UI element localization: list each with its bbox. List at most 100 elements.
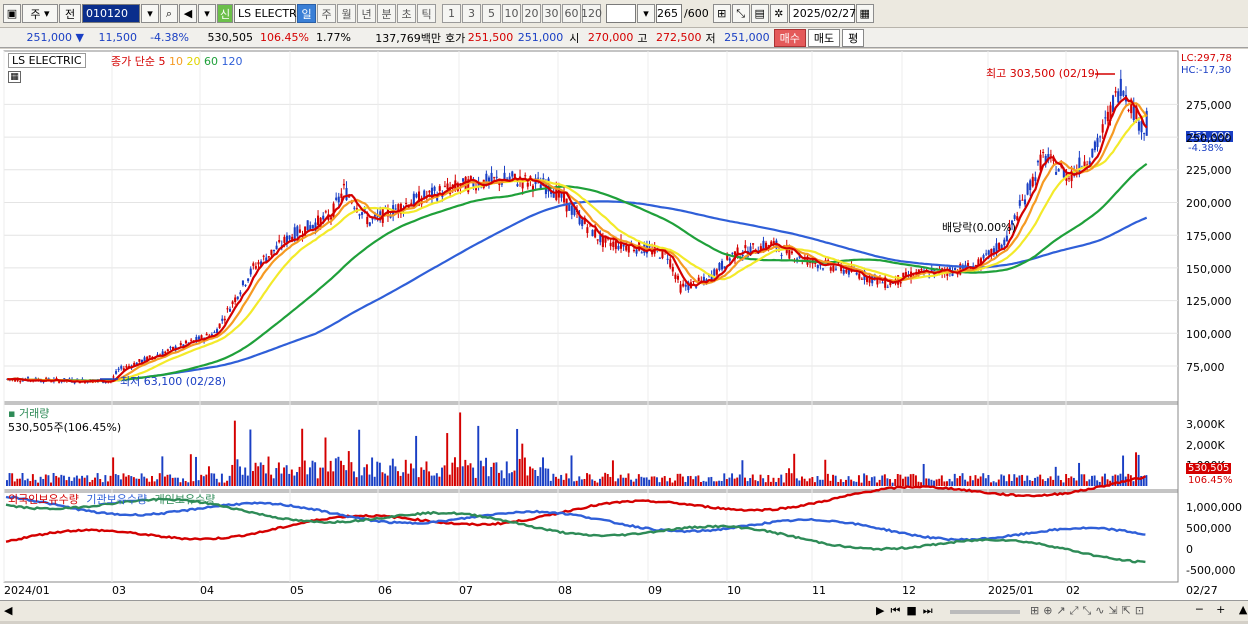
minute-button-10[interactable]: 10 [502, 4, 521, 23]
candle-body [1083, 161, 1086, 167]
volume-bar [912, 473, 915, 486]
candle-body [405, 202, 408, 204]
volume-bar [29, 481, 32, 486]
table-icon[interactable]: ▦ [8, 71, 21, 83]
volume-bar [800, 476, 803, 486]
calendar-icon[interactable]: ▦ [855, 4, 874, 23]
volume-bar [635, 478, 638, 486]
zoom-slider[interactable] [950, 610, 1020, 614]
chart-area[interactable]: LS ELECTRIC 종가 단순 5 10 20 60 120 ▦ LC:29… [0, 49, 1248, 621]
ask-value: 251,000 [517, 31, 564, 44]
candle-body [503, 172, 506, 180]
volume-bar [505, 461, 508, 486]
list-dropdown-icon[interactable]: ▾ [198, 4, 216, 23]
volume-bar [446, 433, 449, 486]
period-tab-1[interactable]: 주 [317, 4, 336, 23]
candle-body [596, 239, 599, 241]
speaker-icon[interactable]: ◀ [179, 4, 197, 23]
search-icon[interactable]: ⌕ [160, 4, 178, 23]
foreign-holdings-label: 외국인보유수량 [8, 493, 79, 506]
volume-bar [1072, 477, 1075, 486]
zoom-controls[interactable]: ─ + ▲ [1196, 603, 1248, 616]
volume-bar [288, 473, 291, 486]
period-tab-3[interactable]: 년 [357, 4, 376, 23]
candle-body [697, 277, 700, 282]
candle-body [254, 266, 257, 269]
gear-icon[interactable]: ✲ [769, 4, 788, 23]
chart-tools-icon[interactable]: ⊞ [712, 4, 731, 23]
volume-bar [184, 481, 187, 486]
sell-button[interactable]: 매도 [807, 28, 841, 47]
minute-input[interactable] [606, 4, 636, 23]
low-label: 저 [705, 31, 716, 45]
save-icon[interactable]: ▤ [750, 4, 769, 23]
volume-bar [1116, 475, 1119, 486]
volume-bar [195, 456, 197, 486]
candle-body [1140, 121, 1143, 133]
candle-body [213, 332, 216, 334]
minute-button-3[interactable]: 3 [462, 4, 481, 23]
volume-bar [676, 473, 679, 486]
stock-name-field[interactable]: LS ELECTRI [234, 4, 300, 23]
volume-bar [1036, 476, 1039, 486]
volume-bar [733, 478, 736, 486]
volume-bar [622, 477, 625, 486]
nav-buttons[interactable]: ▶⏮■⏭ [876, 604, 939, 618]
volume-bar [329, 460, 332, 486]
credit-badge[interactable]: 신 [217, 4, 233, 23]
minute-button-5[interactable]: 5 [482, 4, 501, 23]
period-tab-5[interactable]: 초 [397, 4, 416, 23]
volume-bar [86, 475, 89, 486]
minute-button-120[interactable]: 120 [581, 4, 602, 23]
volume-bar [881, 475, 884, 486]
period-tab-4[interactable]: 분 [377, 4, 396, 23]
flag-button[interactable]: 전 [59, 4, 81, 23]
candle-body [221, 318, 224, 321]
x-axis-label: 05 [290, 584, 304, 597]
candle-body [508, 176, 511, 180]
candle-body [521, 182, 524, 189]
volume-bar [863, 473, 866, 486]
chart-svg[interactable] [0, 49, 1248, 621]
count-input[interactable]: 265 [656, 4, 682, 23]
evaluate-button[interactable]: 평 [842, 28, 865, 47]
volume-bar [332, 471, 335, 486]
minute-button-30[interactable]: 30 [542, 4, 561, 23]
window-icon[interactable]: ▣ [3, 4, 21, 23]
minute-dropdown-icon[interactable]: ▾ [637, 4, 655, 23]
minute-button-60[interactable]: 60 [562, 4, 581, 23]
volume-bar [153, 481, 156, 486]
period-tab-6[interactable]: 틱 [417, 4, 436, 23]
change-percent: -4.38% [150, 31, 189, 44]
volume-bar [889, 479, 891, 486]
volume-bar [174, 477, 177, 486]
minute-button-20[interactable]: 20 [522, 4, 541, 23]
volume-bar [244, 467, 247, 486]
buy-button[interactable]: 매수 [773, 28, 806, 47]
volume-bar [210, 473, 213, 486]
date-input[interactable]: 2025/02/27 [788, 4, 856, 23]
minute-button-1[interactable]: 1 [442, 4, 461, 23]
candle-body [358, 214, 361, 216]
market-type-select[interactable]: 주 ▾ [22, 4, 58, 23]
volume-bar [609, 476, 612, 486]
volume-bar [529, 466, 532, 486]
code-dropdown-icon[interactable]: ▾ [141, 4, 159, 23]
period-tab-2[interactable]: 월 [337, 4, 356, 23]
candle-body [1029, 180, 1032, 191]
candle-body [317, 215, 320, 225]
volume-bar [215, 478, 218, 486]
candle-body [625, 245, 628, 251]
scroll-left-icon[interactable]: ◀ [4, 604, 12, 617]
volume-summary: 530,505주(106.45%) [8, 421, 122, 434]
draw-icon[interactable]: ⤡ [731, 4, 750, 23]
volume-bar [254, 462, 257, 486]
volume-bar [891, 482, 894, 486]
volume-bar [601, 476, 604, 486]
volume-bar [914, 475, 917, 486]
scroll-bar[interactable]: ◀ ▶⏮■⏭ ⊞⊕↗⤢⤡∿⇲⇱⊡ ─ + ▲ [0, 600, 1248, 621]
period-tab-0[interactable]: 일 [297, 4, 316, 23]
drawing-tools[interactable]: ⊞⊕↗⤢⤡∿⇲⇱⊡ [1030, 604, 1148, 618]
candle-body [609, 242, 612, 247]
stock-code-input[interactable]: 010120 [82, 4, 140, 23]
